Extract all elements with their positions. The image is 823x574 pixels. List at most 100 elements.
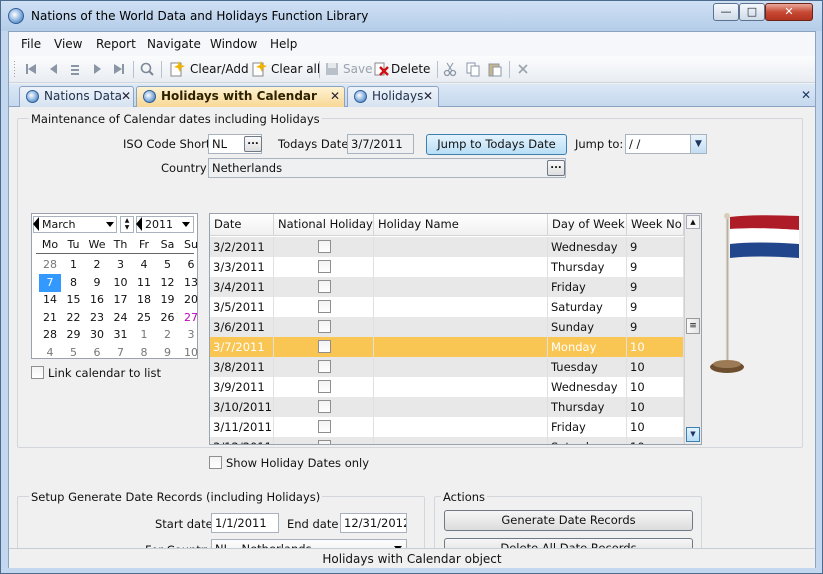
national-holiday-checkbox[interactable] <box>318 400 331 413</box>
calendar-day[interactable]: 3 <box>180 326 202 344</box>
month-select[interactable]: March <box>33 216 117 233</box>
date-dropdown-icon[interactable]: ▼ <box>690 135 706 153</box>
scroll-thumb[interactable]: ≡ <box>686 318 700 334</box>
cut-icon[interactable] <box>443 60 457 78</box>
table-row[interactable]: 3/4/2011 Friday 9 <box>210 277 684 297</box>
toolbar-grip[interactable] <box>14 61 15 78</box>
national-holiday-checkbox[interactable] <box>318 240 331 253</box>
menu-file[interactable]: File <box>21 37 41 51</box>
generate-date-records-button[interactable]: Generate Date Records <box>444 510 693 531</box>
close-tab-icon[interactable]: ✕ <box>330 87 340 106</box>
menu-navigate[interactable]: Navigate <box>147 37 201 51</box>
maximize-button[interactable]: □ <box>739 3 765 21</box>
calendar-day[interactable]: 31 <box>110 326 132 344</box>
previous-record-icon[interactable] <box>47 60 59 78</box>
calendar-day[interactable]: 2 <box>157 326 179 344</box>
country-field[interactable]: Netherlands <box>208 158 566 178</box>
link-calendar-checkbox[interactable] <box>31 366 44 379</box>
calendar-day[interactable]: 13 <box>180 274 202 292</box>
scroll-down-icon[interactable]: ▼ <box>686 427 700 442</box>
table-row[interactable]: 3/12/2011 Saturday10 <box>210 437 684 444</box>
national-holiday-checkbox[interactable] <box>318 340 331 353</box>
close-tab-icon[interactable]: ✕ <box>121 87 131 106</box>
table-row[interactable]: 3/3/2011 Thursday 9 <box>210 257 684 277</box>
menu-report[interactable]: Report <box>96 37 136 51</box>
calendar-day[interactable]: 25 <box>133 309 155 327</box>
search-icon[interactable] <box>139 60 155 78</box>
calendar-day[interactable]: 1 <box>133 326 155 344</box>
iso-browse-button[interactable]: ... <box>244 136 262 152</box>
menu-help[interactable]: Help <box>270 37 297 51</box>
tab-holidays[interactable]: Holidays ✕ <box>347 86 439 107</box>
country-browse-button[interactable]: ... <box>547 160 565 176</box>
calendar-day[interactable]: 5 <box>63 344 85 362</box>
jump-to-today-button[interactable]: Jump to Todays Date <box>426 134 567 155</box>
calendar-day[interactable]: 29 <box>63 326 85 344</box>
copy-icon[interactable] <box>465 60 481 78</box>
calendar-day[interactable]: 17 <box>110 291 132 309</box>
dates-grid[interactable]: Date National Holiday Holiday Name Day o… <box>209 213 702 445</box>
table-row[interactable]: 3/11/2011 Friday 10 <box>210 417 684 437</box>
calendar-day[interactable]: 11 <box>133 274 155 292</box>
paste-icon[interactable] <box>487 60 503 78</box>
grid-scrollbar[interactable]: ▲ ≡ ▼ <box>684 214 701 444</box>
first-record-icon[interactable] <box>24 60 38 78</box>
calendar-day[interactable]: 28 <box>39 326 61 344</box>
calendar-day[interactable]: 30 <box>86 326 108 344</box>
national-holiday-checkbox[interactable] <box>318 440 331 444</box>
calendar-day[interactable]: 9 <box>157 344 179 362</box>
calendar-day[interactable]: 6 <box>180 256 202 274</box>
close-window-button[interactable]: ✕ <box>765 3 813 21</box>
table-row[interactable]: 3/10/2011 Thursday 10 <box>210 397 684 417</box>
tab-holidays-calendar[interactable]: Holidays with Calendar object ✕ <box>136 86 345 122</box>
calendar-day[interactable]: 4 <box>133 256 155 274</box>
table-row[interactable]: 3/5/2011 Saturday 9 <box>210 297 684 317</box>
save-button[interactable]: Save <box>343 60 372 78</box>
column-header-date[interactable]: Date <box>210 214 274 236</box>
save-icon[interactable] <box>324 60 340 78</box>
column-header-week-no[interactable]: Week No <box>627 214 684 236</box>
calendar-day[interactable]: 22 <box>63 309 85 327</box>
calendar-day[interactable]: 26 <box>157 309 179 327</box>
calendar-day[interactable]: 23 <box>86 309 108 327</box>
calendar-day[interactable]: 1 <box>63 256 85 274</box>
calendar-day[interactable]: 2 <box>86 256 108 274</box>
delete-icon[interactable] <box>373 60 389 78</box>
column-header-holiday-name[interactable]: Holiday Name <box>374 214 548 236</box>
month-spinner[interactable]: ▲ ▼ <box>120 216 134 233</box>
record-list-icon[interactable] <box>69 60 81 78</box>
calendar-day[interactable]: 7 <box>39 273 61 292</box>
calendar-day[interactable]: 18 <box>133 291 155 309</box>
month-calendar[interactable]: March ▲ ▼ 2011 Mo Tu We Th Fr Sa Su 28 1 2 3 4 5 6 7 8 9… <box>31 213 198 359</box>
start-date-field[interactable]: 1/1/2011 <box>211 513 279 533</box>
close-document-icon[interactable]: ✕ <box>801 88 811 102</box>
end-date-field[interactable]: 12/31/2012 <box>340 513 407 533</box>
tab-nations-data[interactable]: Nations Data ✕ <box>19 86 134 107</box>
prev-year-arrow-icon[interactable] <box>136 217 142 232</box>
clear-all-button[interactable]: Clear all <box>271 60 320 78</box>
table-row[interactable]: 3/6/2011 Sunday 9 <box>210 317 684 337</box>
national-holiday-checkbox[interactable] <box>318 300 331 313</box>
calendar-day[interactable]: 16 <box>86 291 108 309</box>
calendar-day[interactable]: 24 <box>110 309 132 327</box>
national-holiday-checkbox[interactable] <box>318 360 331 373</box>
minimize-button[interactable]: — <box>713 3 739 21</box>
menu-view[interactable]: View <box>54 37 82 51</box>
cancel-icon[interactable] <box>516 60 530 78</box>
month-dropdown-icon[interactable] <box>106 222 114 228</box>
calendar-day[interactable]: 28 <box>39 256 61 274</box>
national-holiday-checkbox[interactable] <box>318 380 331 393</box>
show-holiday-checkbox[interactable] <box>209 456 222 469</box>
calendar-day[interactable]: 14 <box>39 291 61 309</box>
calendar-day[interactable]: 20 <box>180 291 202 309</box>
calendar-day[interactable]: 19 <box>157 291 179 309</box>
clear-all-icon[interactable] <box>251 60 267 78</box>
calendar-day[interactable]: 10 <box>180 344 202 362</box>
calendar-day[interactable]: 3 <box>110 256 132 274</box>
next-record-icon[interactable] <box>91 60 103 78</box>
national-holiday-checkbox[interactable] <box>318 320 331 333</box>
last-record-icon[interactable] <box>112 60 126 78</box>
calendar-day[interactable]: 9 <box>86 274 108 292</box>
menu-window[interactable]: Window <box>210 37 257 51</box>
scroll-up-icon[interactable]: ▲ <box>686 215 700 229</box>
